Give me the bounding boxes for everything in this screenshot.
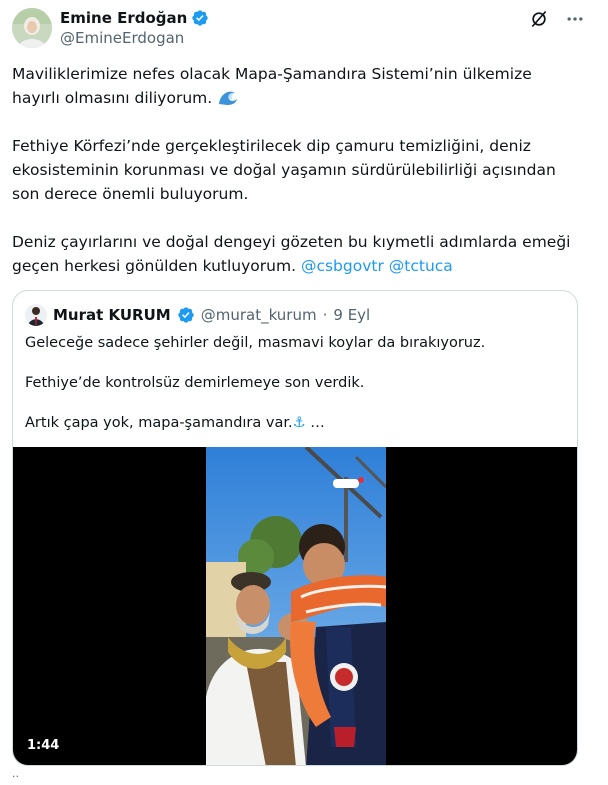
grok-icon[interactable] [528,8,550,30]
video-player[interactable]: 1:44 [13,447,577,765]
quoted-tweet[interactable]: Murat KURUM @murat_kurum · 9 Eyl Geleceğ… [12,290,578,766]
tweet-paragraph-3: Deniz çayırlarını ve doğal dengeyi gözet… [12,230,582,278]
author-name-text[interactable]: Emine Erdoğan [60,8,187,28]
quoted-author-name[interactable]: Murat KURUM [53,306,171,324]
tweet-line-2: hayırlı olmasını diliyorum. [12,89,213,107]
quoted-line-1: Geleceğe sadece şehirler değil, masmavi … [25,335,486,351]
quoted-author-avatar[interactable] [25,304,47,326]
quoted-line-3-text: Artık çapa yok, mapa-şamandıra var. [25,415,293,431]
tweet-card: Emine Erdoğan @EmineErdogan Maviliklerim… [0,0,608,785]
tweet-text: Maviliklerimize nefes olacak Mapa-Şamand… [12,62,582,278]
quoted-ellipsis: … [305,415,325,431]
mention-link-csbgovtr[interactable]: @csbgovtr [301,257,384,275]
quoted-line-2: Fethiye’de kontrolsüz demirlemeye son ve… [25,375,365,391]
video-duration: 1:44 [27,738,60,753]
quoted-tweet-header: Murat KURUM @murat_kurum · 9 Eyl [25,303,370,327]
more-icon[interactable] [564,8,586,30]
verified-badge-icon [191,9,209,27]
author-avatar[interactable] [12,8,52,48]
tweet-paragraph-2: Fethiye Körfezi’nde gerçekleştirilecek d… [12,137,556,203]
author-handle[interactable]: @EmineErdogan [60,28,184,48]
top-actions [528,8,586,30]
anchor-emoji-icon: ⚓ [292,415,306,431]
verified-badge-icon [177,306,195,324]
tweet-paragraph-1: Maviliklerimize nefes olacak Mapa-Şamand… [12,62,582,110]
wave-emoji-icon [217,88,239,106]
separator-dot: · [322,306,328,324]
video-thumbnail[interactable] [206,447,386,765]
quoted-author-handle: @murat_kurum [200,306,317,324]
quoted-tweet-text: Geleceğe sadece şehirler değil, masmavi … [25,333,565,433]
tweet-line-1: Maviliklerimize nefes olacak Mapa-Şamand… [12,65,532,83]
mention-link-tctuca[interactable]: @tctuca [389,257,453,275]
tweet-paragraph-3-text: Deniz çayırlarını ve doğal dengeyi gözet… [12,233,571,275]
author-name[interactable]: Emine Erdoğan [60,8,209,28]
footer-dots: ·· [12,770,19,783]
quoted-line-3: Artık çapa yok, mapa-şamandıra var.⚓ … [25,413,565,433]
quoted-tweet-date[interactable]: 9 Eyl [333,306,370,324]
